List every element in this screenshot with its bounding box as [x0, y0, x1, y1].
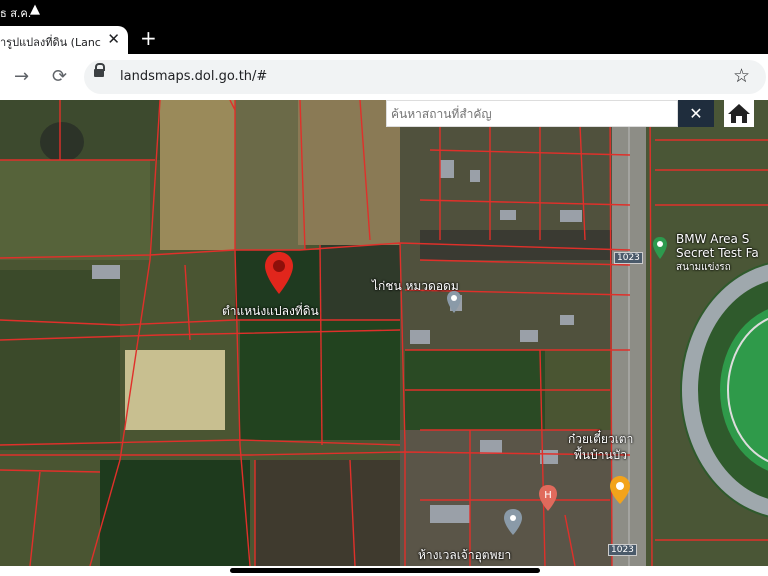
poi-bmw-label: BMW Area S [676, 232, 750, 246]
warning-icon: ▲ [30, 2, 40, 17]
road-number-2: 1023 [608, 544, 637, 556]
bookmark-star-icon[interactable]: ☆ [733, 65, 750, 87]
reload-icon[interactable]: ⟳ [52, 66, 67, 87]
browser-tab[interactable]: ารูปแปลงที่ดิน (Lanc ✕ [0, 26, 128, 54]
lock-icon [94, 63, 105, 77]
clear-search-button[interactable]: ✕ [678, 100, 714, 127]
tab-title: ารูปแปลงที่ดิน (Lanc [0, 36, 101, 49]
location-pin-icon[interactable] [263, 250, 295, 296]
home-icon [728, 104, 750, 123]
forward-icon[interactable]: → [14, 66, 29, 87]
poi-orange-pin-icon[interactable] [609, 475, 631, 505]
place-search-input[interactable] [386, 100, 678, 127]
gesture-bar [0, 566, 768, 576]
place-search-box [386, 100, 678, 127]
poi-bmw-thai-label: สนามแข่งรถ [676, 262, 731, 273]
status-time: ธ ส.ค. [0, 7, 32, 20]
close-tab-icon[interactable]: ✕ [107, 30, 120, 48]
map-imagery [0, 100, 768, 566]
home-button[interactable] [724, 100, 754, 127]
browser-toolbar: → ⟳ landsmaps.dol.go.th/# ☆ [0, 54, 768, 100]
poi-bottom-label: ห้างเวลเจ้าอุตพยา [418, 548, 512, 562]
poi-pin-icon[interactable] [652, 236, 668, 260]
url-text: landsmaps.dol.go.th/# [120, 69, 268, 84]
plus-icon[interactable]: + [140, 26, 157, 50]
road-number-1: 1023 [614, 252, 643, 264]
address-bar[interactable]: landsmaps.dol.go.th/# ☆ [84, 60, 766, 94]
poi-bmw-sub-label: Secret Test Fa [676, 246, 759, 260]
poi-noodle-sub-label: พื้นบ้านบัว [574, 448, 628, 462]
svg-text:H: H [544, 490, 552, 501]
poi-village-pin-icon[interactable] [446, 290, 462, 314]
status-bar: ธ ส.ค. ▲ [0, 0, 768, 24]
home-indicator[interactable] [230, 568, 540, 573]
poi-gray-pin-icon[interactable] [503, 508, 523, 536]
parcel-location-label: ตำแหน่งแปลงที่ดิน [222, 304, 319, 318]
tab-strip: ารูปแปลงที่ดิน (Lanc ✕ [0, 24, 768, 54]
hospital-pin-icon[interactable]: H [538, 484, 558, 512]
satellite-map[interactable]: ✕ ตำแหน่งแปลงที่ดิน ไก่ชน หมวดอดม BMW Ar… [0, 100, 768, 566]
